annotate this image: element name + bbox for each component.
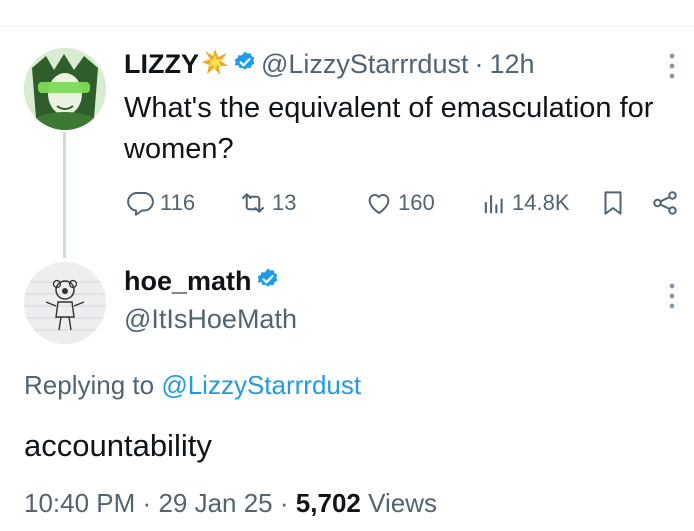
meta-separator: · — [279, 488, 289, 518]
reply-icon — [126, 188, 156, 218]
author-handle[interactable]: @LizzyStarrrdust — [261, 49, 468, 80]
replying-prefix: Replying to — [24, 370, 155, 400]
repost-count: 13 — [272, 190, 297, 215]
tweet-text: What's the equivalent of emasculation fo… — [124, 92, 654, 165]
tweet-action-bar: 116 13 160 14.8K — [120, 186, 684, 220]
collision-emoji-icon — [201, 48, 229, 81]
author-name[interactable]: LIZZY — [124, 49, 199, 80]
lizzy-avatar[interactable] — [24, 48, 106, 130]
reply-view-count: 5,702 — [295, 488, 361, 518]
more-vertical-icon[interactable] — [668, 52, 676, 86]
like-count: 160 — [398, 190, 435, 215]
replying-to: Replying to @LizzyStarrrdust — [24, 370, 361, 401]
heart-icon — [364, 188, 394, 218]
bookmark-icon — [598, 188, 628, 218]
repost-icon — [238, 188, 268, 218]
share-button[interactable] — [650, 188, 680, 218]
reply-metadata: 10:40 PM · 29 Jan 25 · 5,702 Views — [24, 488, 437, 519]
verified-badge-icon — [233, 50, 257, 79]
repost-button[interactable]: 13 — [238, 188, 296, 218]
like-button[interactable]: 160 — [364, 188, 435, 218]
more-vertical-icon[interactable] — [668, 282, 676, 316]
top-divider — [0, 0, 694, 27]
reply-header: hoe_math — [124, 266, 284, 297]
reply-views-label: Views — [368, 488, 437, 518]
reply-date[interactable]: 29 Jan 25 — [158, 488, 272, 518]
meta-separator: · — [142, 488, 152, 518]
share-icon — [650, 188, 680, 218]
tweet-age[interactable]: 12h — [489, 49, 534, 80]
reply-author-handle[interactable]: @ItIsHoeMath — [124, 304, 297, 335]
reply-count: 116 — [160, 190, 196, 215]
hoe-math-avatar[interactable] — [24, 262, 106, 344]
reply-author-name[interactable]: hoe_math — [124, 266, 252, 297]
tweet-header: LIZZY @LizzyStarrrdust · 12h — [124, 48, 535, 81]
thread-connector-line — [63, 132, 66, 258]
view-count: 14.8K — [512, 190, 570, 215]
verified-badge-icon — [256, 267, 280, 296]
views-bar-chart-icon — [480, 188, 508, 218]
header-separator: · — [474, 49, 484, 79]
reply-time[interactable]: 10:40 PM — [24, 488, 135, 518]
bookmark-button[interactable] — [598, 188, 628, 218]
reply-button[interactable]: 116 — [126, 188, 195, 218]
replying-mention-link[interactable]: @LizzyStarrrdust — [161, 370, 361, 400]
views-button[interactable]: 14.8K — [480, 188, 570, 218]
reply-text: accountability — [24, 428, 212, 463]
